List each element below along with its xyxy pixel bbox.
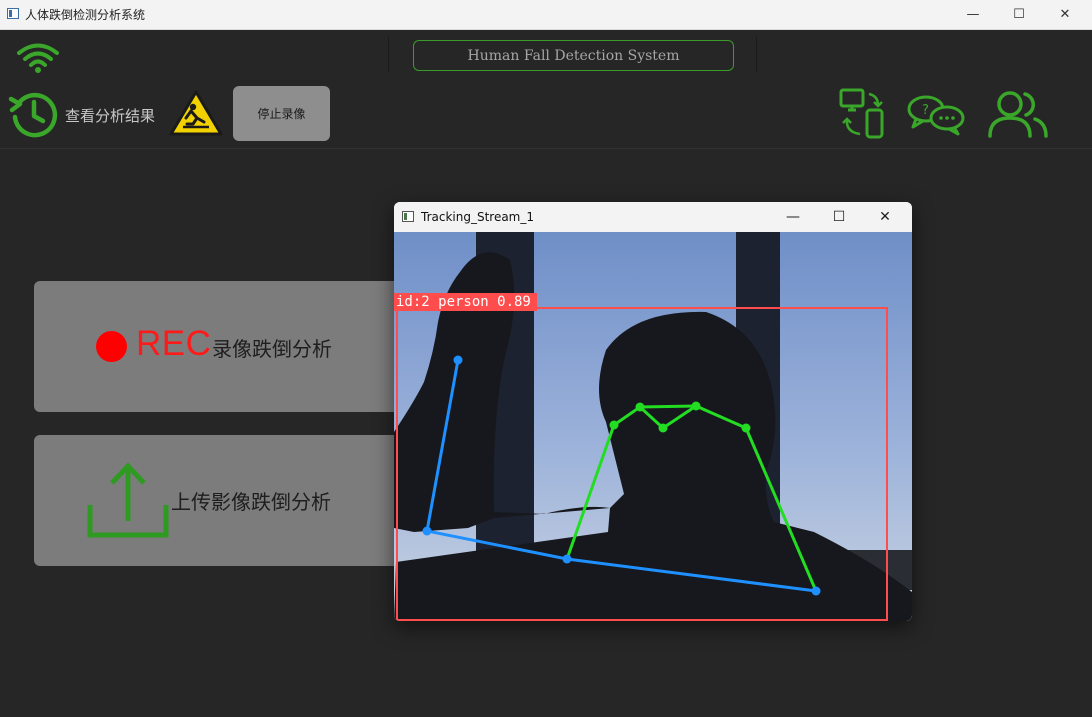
window-titlebar: 人体跌倒检测分析系统 — ☐ ✕ [0,0,1092,30]
wifi-icon [17,43,59,73]
upload-icon [87,462,169,538]
device-sync-icon[interactable] [838,88,886,140]
tracking-maximize-button[interactable]: ☐ [816,202,862,232]
record-fall-analysis-card[interactable]: REC 录像跌倒分析 [34,281,406,412]
chat-bubbles-icon[interactable]: ? [906,94,966,136]
view-results-button[interactable]: 查看分析结果 [8,88,168,140]
fall-warning-icon [169,90,223,136]
record-analysis-label: 录像跌倒分析 [212,337,332,361]
video-frame [394,232,912,621]
upload-fall-analysis-card[interactable]: 上传影像跌倒分析 [34,435,406,566]
view-results-label: 查看分析结果 [65,107,156,125]
rec-label: REC [136,324,212,363]
tracking-window-title: Tracking_Stream_1 [421,210,535,224]
minimize-button[interactable]: — [950,0,996,29]
app-icon [7,8,19,19]
system-title: Human Fall Detection System [413,40,734,71]
tracking-stream-window[interactable]: Tracking_Stream_1 — ☐ ✕ id:2 person 0.89 [394,202,912,621]
users-icon[interactable] [986,88,1050,140]
record-dot-icon [96,331,127,362]
tracking-window-titlebar[interactable]: Tracking_Stream_1 — ☐ ✕ [394,202,912,232]
tracking-close-button[interactable]: ✕ [862,202,908,232]
tracking-window-icon [402,211,414,222]
toolbar-divider [0,148,1092,149]
history-clock-icon [8,92,58,138]
header-divider-left [388,36,389,72]
window-title: 人体跌倒检测分析系统 [25,8,146,22]
upload-analysis-label: 上传影像跌倒分析 [171,490,331,514]
header-divider-right [756,36,757,72]
svg-text:?: ? [922,103,929,118]
close-button[interactable]: ✕ [1042,0,1088,29]
tracking-minimize-button[interactable]: — [770,202,816,232]
maximize-button[interactable]: ☐ [996,0,1042,29]
detection-label: id:2 person 0.89 [394,293,537,311]
stop-recording-button[interactable]: 停止录像 [233,86,330,141]
